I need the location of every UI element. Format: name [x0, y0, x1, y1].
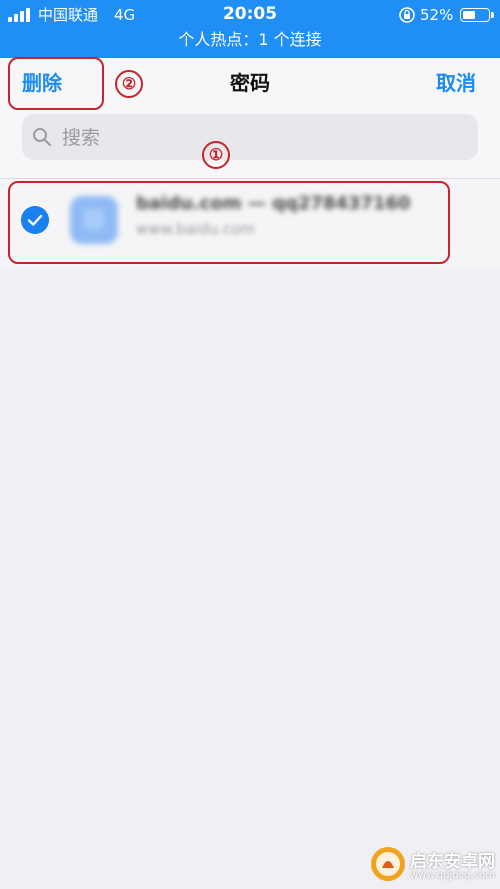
- annotation-box-delete: [8, 57, 104, 110]
- search-input[interactable]: [60, 122, 464, 154]
- battery-percent: 52%: [420, 6, 454, 24]
- cancel-button[interactable]: 取消: [436, 70, 476, 96]
- orientation-lock-icon: [399, 7, 415, 23]
- watermark-url: www.qdjdcq.com: [410, 870, 495, 881]
- search-icon: [33, 128, 51, 146]
- status-bar: 中国联通 4G 20:05 52% 个人热点：1 个连接: [0, 0, 500, 58]
- watermark: 启东安卓网 www.qdjdcq.com: [370, 846, 496, 886]
- hotspot-banner[interactable]: 个人热点：1 个连接: [0, 29, 500, 51]
- search-area: [0, 112, 500, 179]
- empty-content: [0, 269, 500, 889]
- search-bar[interactable]: [22, 114, 478, 160]
- annotation-number-1: ①: [202, 141, 230, 169]
- watermark-name: 启东安卓网: [410, 852, 495, 872]
- annotation-number-2: ②: [115, 70, 143, 98]
- battery-icon: [460, 8, 494, 22]
- watermark-logo-icon: [371, 847, 405, 881]
- annotation-box-row: [8, 181, 450, 264]
